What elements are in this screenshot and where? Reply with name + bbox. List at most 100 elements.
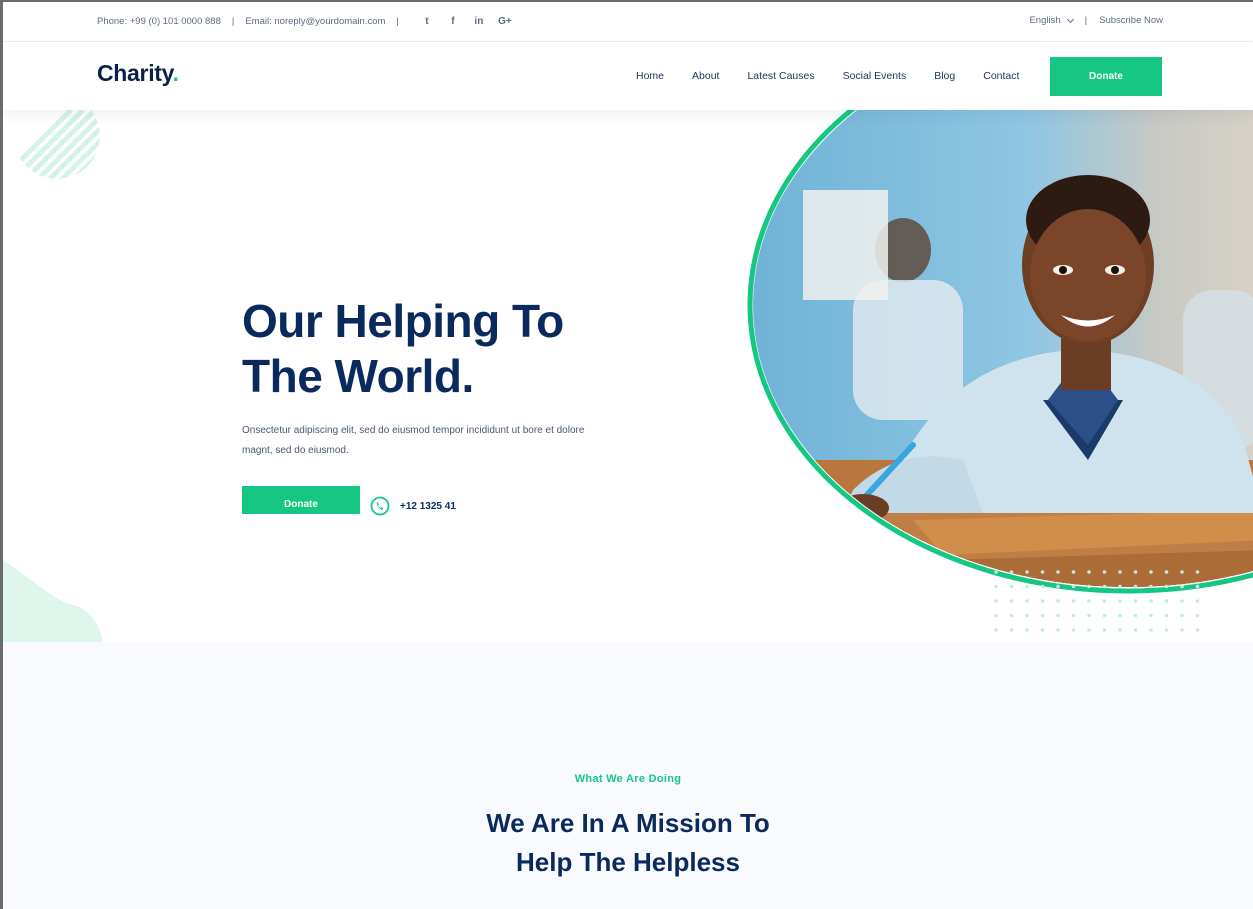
- decoration-dot: [1118, 570, 1122, 574]
- hero-description-line: Onsectetur adipiscing elit, sed do eiusm…: [242, 425, 585, 436]
- decoration-dot: [1133, 570, 1138, 574]
- decoration-dot: [1102, 570, 1107, 574]
- decoration-dot: [1133, 584, 1138, 589]
- decoration-dot: [1056, 613, 1060, 618]
- main-header: Charity. Home About Latest Causes Social…: [3, 42, 1253, 110]
- decoration-dot: [1102, 599, 1107, 603]
- decoration-dot: [1180, 599, 1184, 603]
- striped-circle-decoration: [14, 110, 100, 179]
- decoration-dot: [1195, 570, 1200, 574]
- decoration-dot: [1025, 599, 1029, 603]
- nav-contact[interactable]: Contact: [983, 70, 1019, 82]
- decoration-dot: [1149, 570, 1153, 574]
- hero-title: Our Helping To The World.: [242, 294, 564, 404]
- decoration-dot: [1180, 570, 1184, 574]
- decoration-dot: [1164, 613, 1169, 618]
- decoration-dot: [1133, 613, 1138, 618]
- decoration-dot: [994, 570, 998, 574]
- hero-description: Onsectetur adipiscing elit, sed do eiusm…: [242, 421, 632, 461]
- section-title-line: Help The Helpless: [516, 847, 740, 877]
- hero-phone[interactable]: +12 1325 41: [370, 496, 456, 516]
- decoration-dot: [1133, 628, 1138, 632]
- top-bar-right: English | Subscribe Now: [1029, 15, 1163, 26]
- decoration-dot: [1149, 613, 1153, 618]
- decoration-dot: [1087, 570, 1091, 574]
- decoration-dot: [1071, 584, 1076, 589]
- decoration-dot: [1009, 599, 1014, 603]
- decoration-dot: [1118, 584, 1122, 589]
- hero-title-line: The World.: [242, 350, 474, 402]
- nav-blog[interactable]: Blog: [934, 70, 955, 82]
- decoration-dot: [1025, 628, 1029, 632]
- decoration-dot: [1040, 570, 1045, 574]
- nav-home[interactable]: Home: [636, 70, 664, 82]
- separator: |: [396, 16, 399, 27]
- decoration-dot: [1087, 628, 1091, 632]
- header-donate-button[interactable]: Donate: [1050, 57, 1162, 96]
- decoration-dot: [1040, 628, 1045, 632]
- facebook-icon[interactable]: f: [440, 16, 466, 27]
- top-bar: Phone: +99 (0) 101 0000 888 | Email: nor…: [3, 2, 1253, 42]
- nav-latest-causes[interactable]: Latest Causes: [747, 70, 814, 82]
- language-select[interactable]: English: [1029, 15, 1060, 26]
- nav-social-events[interactable]: Social Events: [843, 70, 907, 82]
- phone-text: Phone: +99 (0) 101 0000 888: [97, 16, 221, 27]
- decoration-dot: [1149, 584, 1153, 589]
- decoration-dot: [1009, 613, 1014, 618]
- decoration-dot: [994, 628, 998, 632]
- decoration-dot: [994, 599, 998, 603]
- decoration-dot: [1056, 599, 1060, 603]
- subscribe-link[interactable]: Subscribe Now: [1099, 15, 1163, 26]
- decoration-dot: [1180, 584, 1184, 589]
- decoration-dot: [1025, 613, 1029, 618]
- decoration-dot: [1195, 599, 1200, 603]
- decoration-dot: [1195, 613, 1200, 618]
- decoration-dot: [1180, 613, 1184, 618]
- decoration-dot: [1040, 584, 1045, 589]
- dot-grid-decoration: [994, 570, 1200, 632]
- decoration-dot: [1164, 584, 1169, 589]
- hero-photo: [747, 110, 1253, 594]
- decoration-dot: [994, 584, 998, 589]
- decoration-dot: [1009, 570, 1014, 574]
- section-title-line: We Are In A Mission To: [486, 808, 770, 838]
- decoration-dot: [1040, 599, 1045, 603]
- hero-title-line: Our Helping To: [242, 295, 564, 347]
- page: Phone: +99 (0) 101 0000 888 | Email: nor…: [0, 0, 1253, 909]
- decoration-dot: [1009, 584, 1014, 589]
- decoration-dot: [1056, 584, 1060, 589]
- logo[interactable]: Charity.: [97, 60, 179, 87]
- phone-icon: [370, 496, 390, 516]
- decoration-dot: [1164, 599, 1169, 603]
- hero-donate-button[interactable]: Donate: [242, 486, 360, 514]
- twitter-icon[interactable]: t: [414, 16, 440, 27]
- hero-section: Our Helping To The World. Onsectetur adi…: [3, 110, 1253, 642]
- section-title: We Are In A Mission To Help The Helpless: [3, 804, 1253, 882]
- email-link[interactable]: Email: noreply@yourdomain.com: [245, 16, 385, 27]
- decoration-dot: [1118, 599, 1122, 603]
- decoration-dot: [1102, 628, 1107, 632]
- blob-decoration: [3, 560, 103, 642]
- mission-section: What We Are Doing We Are In A Mission To…: [3, 642, 1253, 909]
- decoration-dot: [1149, 599, 1153, 603]
- hero-phone-number: +12 1325 41: [400, 500, 456, 512]
- chevron-down-icon[interactable]: [1066, 15, 1074, 23]
- nav-about[interactable]: About: [692, 70, 719, 82]
- decoration-dot: [1071, 599, 1076, 603]
- decoration-dot: [1102, 613, 1107, 618]
- decoration-dot: [1087, 599, 1091, 603]
- decoration-dot: [1195, 584, 1200, 589]
- decoration-dot: [1180, 628, 1184, 632]
- decoration-dot: [1071, 570, 1076, 574]
- decoration-dot: [1087, 584, 1091, 589]
- linkedin-icon[interactable]: in: [466, 16, 492, 27]
- logo-text: Charity: [97, 60, 173, 86]
- decoration-dot: [1133, 599, 1138, 603]
- social-links: t f in G+: [414, 16, 518, 27]
- decoration-dot: [1195, 628, 1200, 632]
- decoration-dot: [1149, 628, 1153, 632]
- section-kicker: What We Are Doing: [574, 773, 682, 785]
- separator: |: [231, 16, 235, 27]
- decoration-dot: [1118, 613, 1122, 618]
- google-plus-icon[interactable]: G+: [492, 16, 518, 27]
